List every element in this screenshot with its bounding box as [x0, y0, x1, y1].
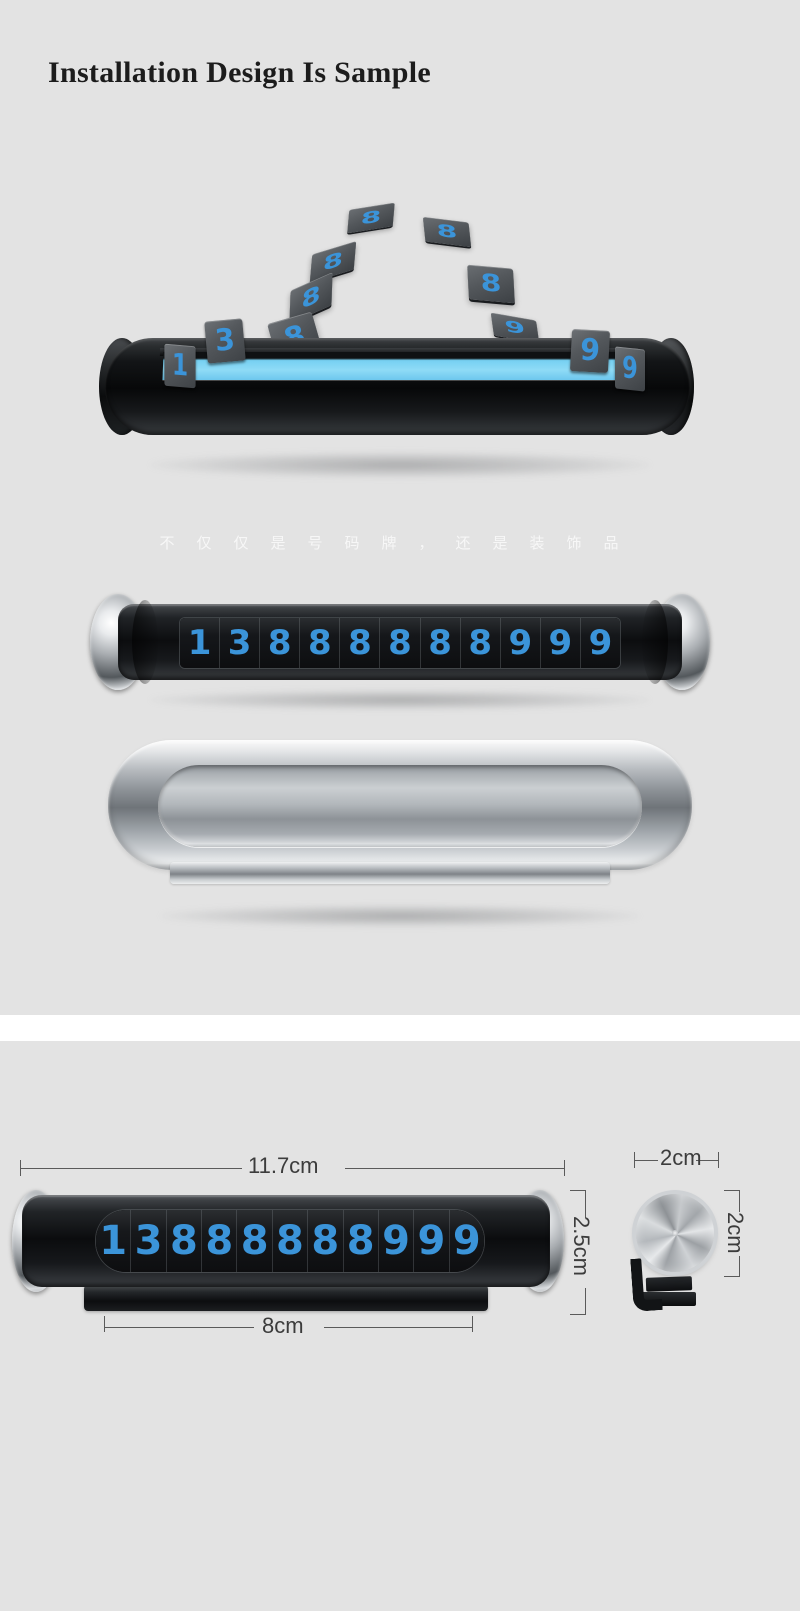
silver-base-strip [170, 862, 610, 884]
top-section: Installation Design Is Sample 8 8 8 8 8 … [0, 0, 800, 1015]
dim-tick-base-left [104, 1316, 105, 1332]
dim-tick-base-right [472, 1316, 473, 1332]
dim-line-base-right [324, 1327, 473, 1328]
dim-label-height: 2.5cm [569, 1216, 594, 1276]
dim-phone-number-display: 13888888999 [96, 1210, 484, 1272]
dim-line-side-height-top [739, 1190, 740, 1212]
dim-line-width-right [345, 1168, 565, 1169]
dimensions-section [0, 1041, 800, 1611]
dim-label-side-width: 2cm [660, 1145, 702, 1170]
dim-tick-bottom [570, 1314, 586, 1315]
dim-label-base-width: 8cm [262, 1313, 304, 1338]
number-digit-cell: 3 [131, 1210, 167, 1272]
number-digit-cell: 9 [414, 1210, 450, 1272]
section-divider [0, 1015, 800, 1041]
dim-line-width-left [20, 1168, 242, 1169]
number-digit-cell: 8 [237, 1210, 273, 1272]
number-digit-cell: 9 [378, 1210, 415, 1272]
side-view-end-cap [636, 1194, 714, 1272]
dim-tick-side-bottom [724, 1276, 740, 1277]
dim-tick-side-top [724, 1190, 740, 1191]
number-digit-cell: 8 [202, 1210, 238, 1272]
number-digit-cell: 8 [166, 1210, 203, 1272]
dim-mounting-base [84, 1285, 488, 1311]
silver-back-view [0, 0, 800, 1015]
number-digit-cell: 8 [272, 1210, 309, 1272]
dim-tick-top [570, 1190, 586, 1191]
back-view-shadow [160, 905, 640, 927]
number-digit-cell: 8 [343, 1210, 379, 1272]
dim-line-base-left [104, 1327, 254, 1328]
dim-label-side-height: 2cm [723, 1212, 748, 1254]
number-digit-cell: 8 [308, 1210, 344, 1272]
dim-line-side-left [634, 1160, 658, 1161]
dim-line-height-bottom [585, 1288, 586, 1315]
product-infographic-page: Installation Design Is Sample 8 8 8 8 8 … [0, 0, 800, 1611]
dim-line-height-top [585, 1190, 586, 1218]
silver-inner-panel [158, 765, 642, 847]
dim-label-width: 11.7cm [248, 1153, 319, 1178]
dim-line-side-height-bottom [739, 1256, 740, 1277]
